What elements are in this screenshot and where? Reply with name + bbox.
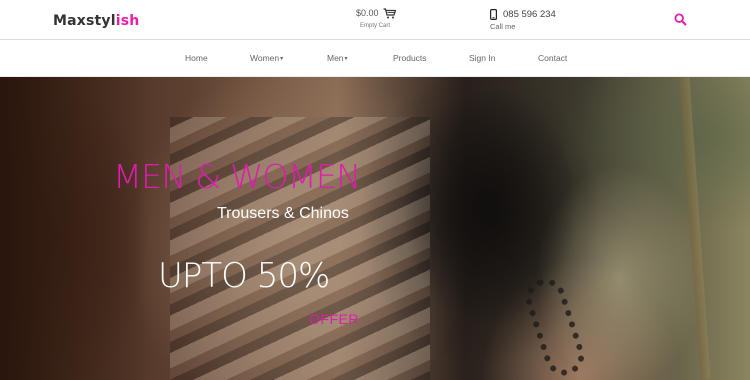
phone-number: 085 596 234 (503, 9, 556, 20)
nav-label: Men (327, 53, 344, 63)
hero-offer-label: OFFER (309, 311, 359, 327)
hero-photo-jacket (400, 77, 630, 380)
phone-label: Call me (490, 22, 516, 31)
nav-label: Sign In (469, 53, 496, 63)
caret-down-icon: ▾ (344, 56, 348, 62)
hero-photo-hair (0, 77, 150, 380)
nav-label: Women (250, 53, 280, 63)
nav-item-contact[interactable]: Contact (538, 52, 567, 64)
top-header: Maxstylish $0.00 Empty Cart 085 596 234 … (0, 0, 750, 40)
hero-subtitle: Trousers & Chinos (217, 205, 349, 222)
phone-contact[interactable]: 085 596 234 Call me (490, 8, 570, 34)
caret-down-icon: ▾ (280, 56, 284, 62)
hero-photo-tree (679, 77, 711, 380)
nav-label: Contact (538, 53, 568, 63)
nav-item-men[interactable]: Men▾ (327, 52, 348, 65)
cart-label: Empty Cart (360, 23, 391, 29)
hero-offer: UPTO 50% (158, 256, 330, 296)
cart-icon (383, 8, 396, 19)
logo-text-accent: ish (115, 13, 140, 29)
hero-title: MEN & WOMEN (113, 157, 361, 196)
logo-text-primary: Maxstyl (53, 13, 116, 29)
nav-item-women[interactable]: Women▾ (250, 52, 283, 65)
nav-label: Products (393, 53, 427, 63)
cart-amount: $0.00 (356, 8, 379, 18)
site-logo[interactable]: Maxstylish (53, 12, 139, 30)
search-icon[interactable] (674, 13, 687, 26)
phone-icon (490, 9, 497, 20)
nav-item-home[interactable]: Home (185, 52, 208, 64)
hero-banner[interactable]: MEN & WOMEN Trousers & Chinos UPTO 50% O… (0, 77, 750, 380)
nav-item-sign-in[interactable]: Sign In (469, 52, 495, 64)
main-nav: Home Women▾ Men▾ Products Sign In Contac… (0, 40, 750, 77)
cart-button[interactable]: $0.00 Empty Cart (352, 7, 402, 33)
nav-label: Home (185, 53, 208, 63)
nav-item-products[interactable]: Products (393, 52, 427, 64)
